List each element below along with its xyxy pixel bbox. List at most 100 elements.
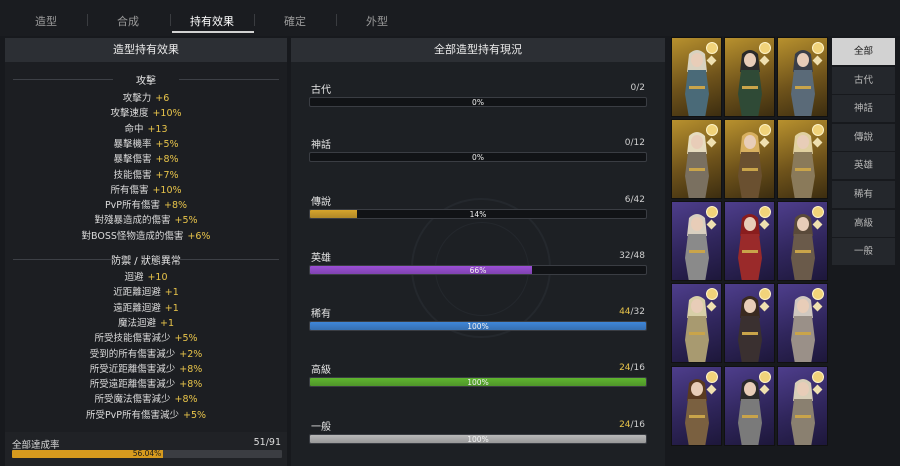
costume-portrait[interactable]: [777, 37, 828, 117]
stat-melee-damage-reduction: 所受近距離傷害減少 +8%: [5, 361, 287, 375]
costume-portrait[interactable]: [724, 201, 775, 281]
collection-star-icon: [812, 42, 824, 54]
tab-outfit[interactable]: 外型: [366, 13, 388, 29]
stat-name: 攻擊速度: [110, 108, 149, 120]
stat-value: +8%: [174, 394, 198, 406]
rarity-progress-percent: 14%: [469, 210, 487, 219]
rarity-owned-count: 24: [619, 363, 631, 373]
rarity-name-legendary: 傳說: [311, 197, 331, 208]
rarity-owned-count: 44: [619, 307, 631, 317]
stat-name: 對殘暴造成的傷害: [94, 215, 171, 227]
collection-star-icon: [759, 124, 771, 136]
costume-portrait[interactable]: [777, 201, 828, 281]
collection-star-icon: [759, 371, 771, 383]
costume-portrait[interactable]: [671, 283, 722, 363]
tab-separator: [87, 14, 88, 26]
stat-crit-rate: 暴擊機率 +5%: [5, 136, 287, 150]
rarity-progress-percent: 0%: [472, 153, 484, 162]
costume-portrait[interactable]: [724, 119, 775, 199]
rarity-progress-bar-advanced: 100%: [309, 377, 647, 387]
stat-brutal-damage: 對殘暴造成的傷害 +5%: [5, 212, 287, 226]
rarity-progress-bar-legendary: 14%: [309, 209, 647, 219]
tab-separator: [254, 14, 255, 26]
costume-portrait-grid[interactable]: [671, 37, 829, 449]
stat-value: +6: [155, 93, 170, 104]
costume-portrait[interactable]: [671, 119, 722, 199]
collection-effects-panel: 造型持有效果 攻擊 攻擊力 +6 攻擊速度 +10% 命中 +13 暴擊機率 +5% 暴擊傷害 +8…: [5, 38, 287, 466]
rarity-progress-bar-rare: 100%: [309, 321, 647, 331]
stat-value: +5%: [155, 138, 179, 150]
stat-name: 技能傷害: [113, 169, 152, 181]
costume-portrait[interactable]: [671, 366, 722, 446]
stat-value: +5%: [174, 333, 198, 345]
rarity-progress-percent: 0%: [472, 98, 484, 107]
section-divider: [179, 259, 279, 260]
rarity-count-common: 24/16: [619, 420, 645, 430]
filter-all[interactable]: 全部: [832, 38, 895, 65]
stat-value: +1: [164, 287, 179, 299]
costume-portrait[interactable]: [671, 37, 722, 117]
collection-star-icon: [812, 288, 824, 300]
stat-skill-damage-reduction: 所受技能傷害減少 +5%: [5, 330, 287, 344]
collection-star-icon: [706, 288, 718, 300]
rarity-progress-percent: 100%: [467, 322, 489, 331]
stat-name: 暴擊機率: [113, 138, 152, 150]
collection-star-icon: [706, 206, 718, 218]
collection-star-icon: [706, 371, 718, 383]
stat-ranged-evasion: 遠距離迴避 +1: [5, 300, 287, 314]
rarity-total-count: /16: [630, 420, 645, 430]
tab-collection-effects[interactable]: 持有效果: [190, 13, 234, 29]
stat-value: +8%: [164, 200, 188, 212]
stat-value: +1: [164, 302, 179, 314]
rarity-name-heroic: 英雄: [311, 253, 331, 264]
collection-star-icon: [706, 42, 718, 54]
costume-portrait[interactable]: [724, 37, 775, 117]
stat-name: PvP所有傷害: [104, 200, 161, 212]
filter-common[interactable]: 一般: [832, 238, 895, 266]
rarity-name-rare: 稀有: [311, 309, 331, 320]
overall-completion-count: 51/91: [253, 437, 281, 448]
stat-name: 遠距離迴避: [113, 302, 161, 314]
rarity-name-common: 一般: [311, 422, 331, 433]
costume-portrait[interactable]: [777, 119, 828, 199]
stat-value: +2%: [179, 348, 203, 360]
costume-portrait[interactable]: [671, 201, 722, 281]
costume-portrait[interactable]: [724, 366, 775, 446]
ownership-status-panel: 全部造型持有現況 古代 0/2 0% 神話 0/12 0% 傳說 6/42 14% 英雄 32/48…: [291, 38, 665, 466]
stat-value: +6%: [187, 230, 211, 242]
filter-mythic[interactable]: 神話: [832, 95, 895, 123]
filter-ancient[interactable]: 古代: [832, 66, 895, 94]
costume-portrait[interactable]: [724, 283, 775, 363]
top-tab-bar: 造型 合成 持有效果 確定 外型: [0, 0, 900, 36]
filter-rare[interactable]: 稀有: [832, 181, 895, 208]
filter-legendary[interactable]: 傳說: [832, 123, 895, 151]
stat-name: 魔法迴避: [117, 317, 156, 329]
stat-attack-speed: 攻擊速度 +10%: [5, 105, 287, 119]
stat-attack-power: 攻擊力 +6: [5, 90, 287, 104]
tab-synthesis[interactable]: 合成: [117, 13, 139, 29]
stat-name: 所受近距離傷害減少: [89, 363, 176, 375]
costume-portrait[interactable]: [777, 283, 828, 363]
rarity-count-legendary: 6/42: [625, 195, 645, 205]
rarity-total-count: /16: [630, 363, 645, 373]
stat-all-damage: 所有傷害 +10%: [5, 182, 287, 196]
filter-heroic[interactable]: 英雄: [832, 152, 895, 180]
stat-all-damage-reduction: 受到的所有傷害減少 +2%: [5, 346, 287, 360]
rarity-progress-bar-common: 100%: [309, 434, 647, 444]
costume-portrait[interactable]: [777, 366, 828, 446]
tab-confirm[interactable]: 確定: [284, 13, 306, 29]
collection-star-icon: [812, 371, 824, 383]
rarity-total-count: 0/2: [630, 83, 645, 93]
stat-value: +13: [147, 123, 168, 135]
rarity-owned-count: 24: [619, 420, 631, 430]
section-divider: [13, 79, 113, 80]
collection-star-icon: [812, 124, 824, 136]
rarity-progress-percent: 100%: [467, 435, 489, 444]
stat-value: +10%: [152, 184, 182, 196]
rarity-progress-bar-ancient: 0%: [309, 97, 647, 107]
stat-value: +5%: [183, 409, 207, 421]
tab-appearance[interactable]: 造型: [35, 13, 57, 29]
rarity-name-advanced: 高級: [311, 365, 331, 376]
stat-pvp-damage-reduction: 所受PvP所有傷害減少 +5%: [5, 407, 287, 421]
filter-advanced[interactable]: 高級: [832, 209, 895, 237]
